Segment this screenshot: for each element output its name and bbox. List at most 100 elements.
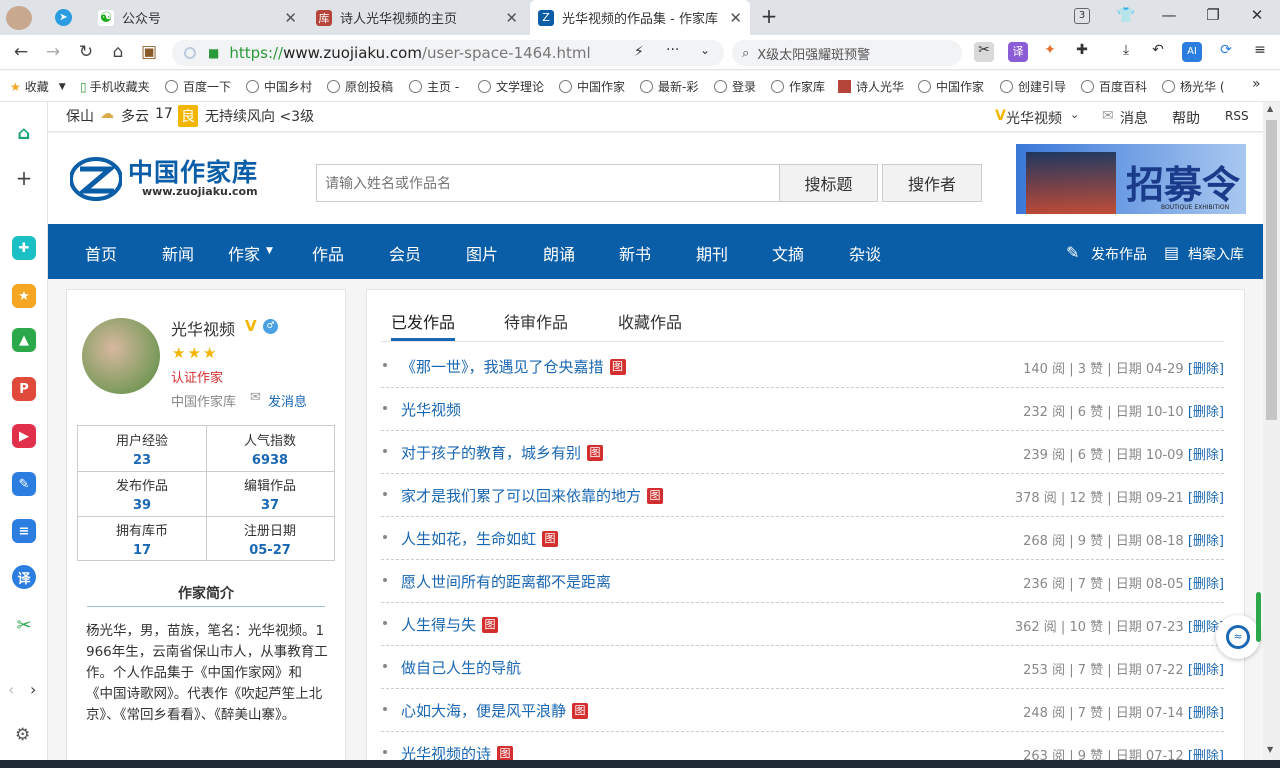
nav-recitation[interactable]: 朗诵 <box>543 241 575 265</box>
nav-members[interactable]: 会员 <box>389 241 421 265</box>
bookmark-item[interactable]: 百度一下 <box>165 78 231 95</box>
scroll-up-arrow-icon[interactable]: ▲ <box>1267 104 1273 113</box>
user-menu[interactable]: 光华视频 <box>1006 108 1062 128</box>
image-ai-icon[interactable]: ▲ <box>12 328 36 352</box>
forward-button[interactable]: → <box>42 42 64 62</box>
shirt-icon[interactable]: 👕 <box>1115 6 1137 24</box>
delete-link[interactable]: [删除] <box>1188 706 1224 721</box>
bookmark-item[interactable]: 中国作家 <box>918 78 984 95</box>
wallet-icon[interactable]: ▣ <box>138 42 160 62</box>
close-icon[interactable]: ✕ <box>505 9 518 27</box>
bookmark-item[interactable]: 中国乡村 <box>246 78 312 95</box>
ai-icon[interactable]: AI <box>1182 42 1202 62</box>
more-bookmarks-button[interactable]: » <box>1252 76 1261 92</box>
download-icon[interactable]: ⤓ <box>1116 42 1136 62</box>
bookmark-item[interactable]: 诗人光华 <box>838 78 904 95</box>
tab-author-homepage[interactable]: 库 诗人光华视频的主页 ✕ <box>308 0 526 35</box>
work-title-link[interactable]: 对于孩子的教育，城乡有别图 <box>401 442 604 463</box>
nav-new-books[interactable]: 新书 <box>619 241 651 265</box>
minimize-button[interactable]: — <box>1158 6 1180 24</box>
bookmark-item[interactable]: 登录 <box>714 78 756 95</box>
home-icon[interactable]: ⌂ <box>12 121 36 145</box>
chevron-left-icon[interactable]: ‹ <box>8 680 14 699</box>
search-title-button[interactable]: 搜标题 <box>779 164 878 202</box>
scroll-down-arrow-icon[interactable]: ▼ <box>1267 745 1273 754</box>
profile-name[interactable]: 光华视频 <box>171 316 235 340</box>
bookmark-item[interactable]: 百度百科 <box>1081 78 1147 95</box>
tab-favorites[interactable]: 收藏作品 <box>618 309 682 333</box>
bookmark-item[interactable]: 中国作家 <box>559 78 625 95</box>
rss-link[interactable]: RSS <box>1225 109 1249 123</box>
pdf-ai-icon[interactable]: P <box>12 377 36 401</box>
scissors-sidebar-icon[interactable]: ✂ <box>12 613 36 637</box>
work-title-link[interactable]: 人生如花，生命如虹图 <box>401 528 559 549</box>
archive-link[interactable]: 档案入库 <box>1188 244 1244 264</box>
sync-icon[interactable]: ⟳ <box>1216 42 1236 62</box>
assistant-float-button[interactable]: ≈ <box>1216 615 1260 659</box>
settings-gear-icon[interactable]: ⚙ <box>15 725 30 745</box>
nav-writers[interactable]: 作家 <box>228 241 260 265</box>
document-ai-icon[interactable]: ≡ <box>12 519 36 543</box>
translate-sidebar-icon[interactable]: 译 <box>12 565 36 589</box>
work-title-link[interactable]: 愿人世间所有的距离都不是距离 <box>401 571 611 592</box>
delete-link[interactable]: [删除] <box>1188 749 1224 760</box>
nav-works[interactable]: 作品 <box>312 241 344 265</box>
work-title-link[interactable]: 光华视频的诗图 <box>401 743 514 760</box>
site-search-input[interactable] <box>316 164 780 202</box>
bookmark-item[interactable]: 文学理论 <box>478 78 544 95</box>
favorites-star-icon[interactable]: ★ <box>12 284 36 308</box>
nav-journals[interactable]: 期刊 <box>696 241 728 265</box>
close-icon[interactable]: ✕ <box>729 9 742 27</box>
new-tab-button[interactable]: + <box>758 4 780 28</box>
bookmark-item[interactable]: 创建引导 <box>1000 78 1066 95</box>
translate-icon[interactable]: 译 <box>1008 42 1028 62</box>
work-title-link[interactable]: 心如大海，便是风平浪静图 <box>401 700 589 721</box>
search-field[interactable]: ⌕ X级太阳强耀斑预警 <box>732 40 962 66</box>
work-title-link[interactable]: 做自己人生的导航 <box>401 657 521 678</box>
telegram-icon[interactable]: ➤ <box>55 9 72 26</box>
restore-button[interactable]: ❐ <box>1202 6 1224 24</box>
app-icon[interactable]: ✚ <box>12 236 36 260</box>
messages-link[interactable]: 消息 <box>1120 108 1148 128</box>
search-author-button[interactable]: 搜作者 <box>882 164 982 202</box>
extensions-icon[interactable]: ✚ <box>1072 42 1092 62</box>
bookmark-favorites[interactable]: ★ 收藏 ▼ <box>10 78 66 95</box>
back-button[interactable]: ← <box>10 42 32 62</box>
chevron-down-icon[interactable]: ⌄ <box>700 43 710 57</box>
bookmark-item[interactable]: 原创投稿 <box>327 78 393 95</box>
caret-down-icon[interactable]: ▼ <box>266 246 273 256</box>
recruitment-banner[interactable]: 招募令 BOUTIQUE EXHIBITION <box>1016 144 1246 214</box>
nav-essays[interactable]: 杂谈 <box>849 241 881 265</box>
tab-count-badge[interactable]: 3 <box>1074 8 1090 24</box>
work-title-link[interactable]: 《那一世》，我遇见了仓央嘉措图 <box>401 356 626 377</box>
site-logo[interactable]: 中国作家库 www.zuojiaku.com <box>70 151 285 206</box>
tab-works-collection[interactable]: Z 光华视频的作品集 - 作家库 ✕ <box>530 0 750 35</box>
tab-pending[interactable]: 待审作品 <box>504 309 568 333</box>
close-icon[interactable]: ✕ <box>284 9 297 27</box>
nav-digest[interactable]: 文摘 <box>772 241 804 265</box>
work-title-link[interactable]: 光华视频 <box>401 399 461 420</box>
bookmark-item[interactable]: 作家库 <box>771 78 825 95</box>
avatar[interactable] <box>82 318 160 394</box>
delete-link[interactable]: [删除] <box>1188 534 1224 549</box>
publish-work-link[interactable]: 发布作品 <box>1091 244 1147 264</box>
tab-published[interactable]: 已发作品 <box>391 309 455 333</box>
scissors-icon[interactable]: ✂ <box>974 42 994 62</box>
tab-gongzhonghao[interactable]: ☯ 公众号 ✕ <box>90 0 305 35</box>
nav-pictures[interactable]: 图片 <box>466 241 498 265</box>
delete-link[interactable]: [删除] <box>1188 448 1224 463</box>
video-ai-icon[interactable]: ▶ <box>12 424 36 448</box>
delete-link[interactable]: [删除] <box>1188 663 1224 678</box>
delete-link[interactable]: [删除] <box>1188 362 1224 377</box>
game-icon[interactable]: ✦ <box>1040 42 1060 62</box>
work-title-link[interactable]: 家才是我们累了可以回来依靠的地方图 <box>401 485 664 506</box>
lock-icon[interactable]: ■ <box>208 46 219 60</box>
vertical-scrollbar[interactable]: ▲ ▼ <box>1263 102 1280 760</box>
undo-icon[interactable]: ↶ <box>1148 42 1168 62</box>
send-message-link[interactable]: 发消息 <box>268 391 307 410</box>
nav-home[interactable]: 首页 <box>85 241 117 265</box>
work-title-link[interactable]: 人生得与失图 <box>401 614 499 635</box>
url-field[interactable]: ■ https://www.zuojiaku.com/user-space-14… <box>172 40 724 66</box>
home-button[interactable]: ⌂ <box>107 42 129 62</box>
more-icon[interactable]: ··· <box>666 42 679 58</box>
